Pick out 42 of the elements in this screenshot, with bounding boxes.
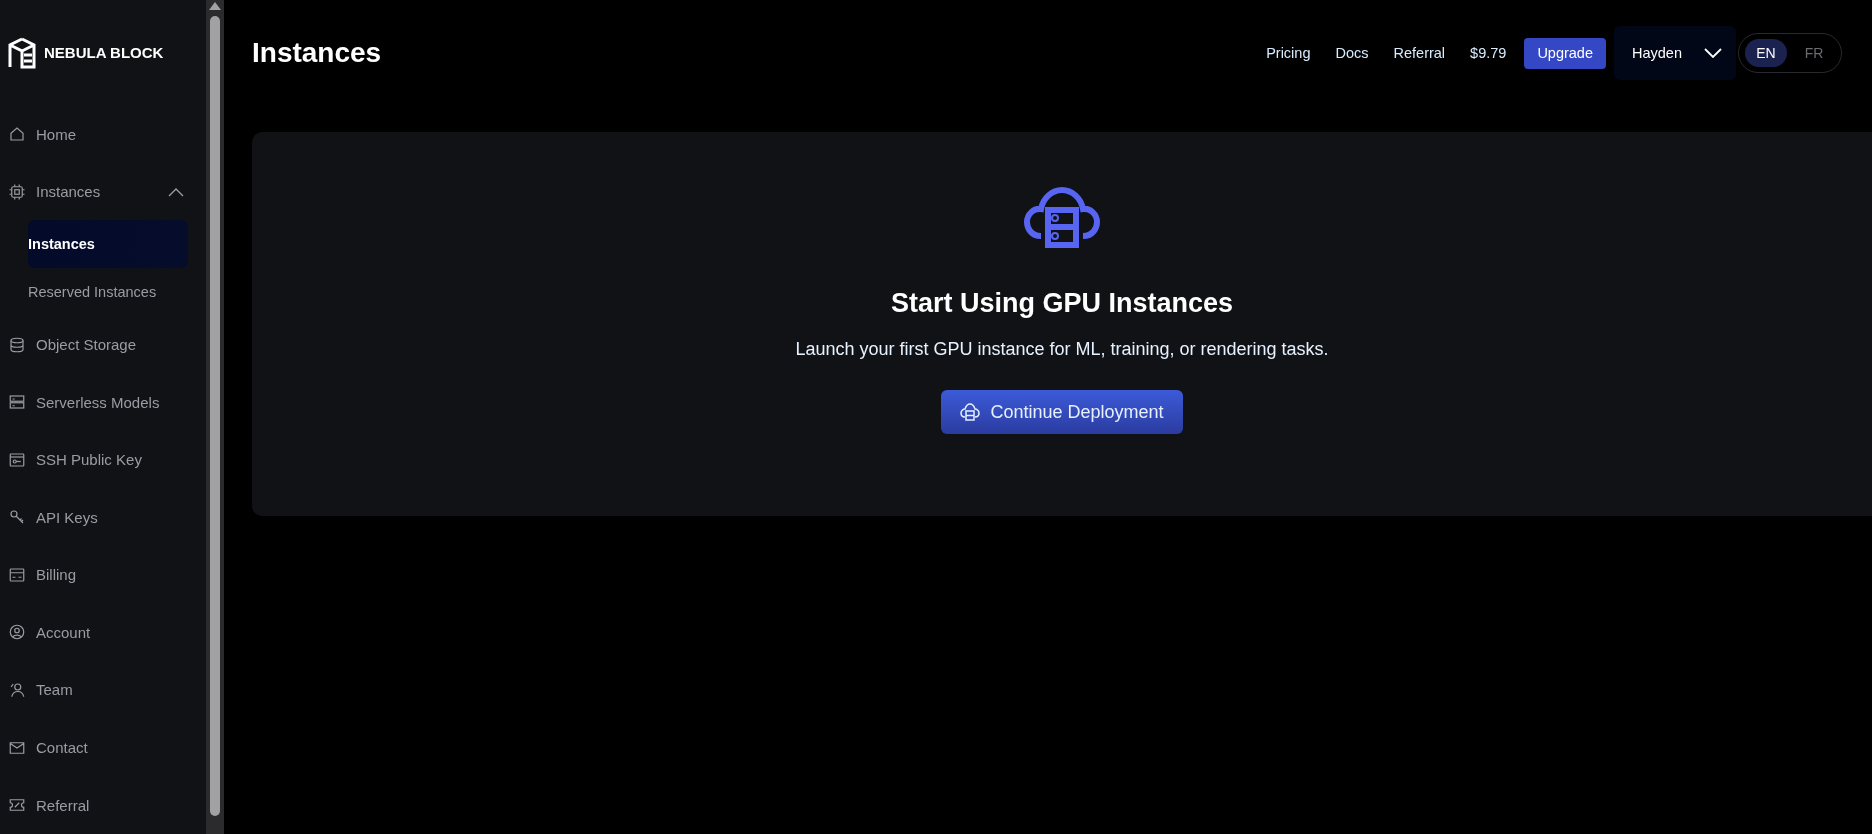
sidebar-subitem[interactable]: Reserved Instances — [28, 268, 188, 316]
language-option[interactable]: EN — [1745, 39, 1787, 67]
upgrade-button[interactable]: Upgrade — [1524, 37, 1606, 69]
home-icon — [8, 125, 26, 144]
sidebar-item[interactable]: API Keys — [8, 488, 206, 547]
nav-link[interactable]: Docs — [1335, 45, 1369, 61]
sidebar-item[interactable]: Instances — [8, 162, 206, 221]
database-icon — [8, 335, 26, 354]
balance: $9.79 — [1470, 45, 1507, 61]
sidebar-item[interactable]: Team — [8, 661, 206, 719]
sidebar-item[interactable]: SSH Public Key — [8, 430, 206, 489]
language-option[interactable]: FR — [1793, 39, 1835, 67]
sidebar-item[interactable]: Object Storage — [8, 315, 206, 374]
cube-logo-icon — [8, 36, 36, 69]
page-title: Instances — [252, 37, 383, 69]
chevron-up-icon[interactable] — [168, 186, 184, 197]
continue-deployment-button[interactable]: Continue Deployment — [941, 390, 1183, 434]
user-circle-icon — [8, 623, 26, 642]
sidebar-item[interactable]: Serverless Models — [8, 373, 206, 431]
sidebar-item[interactable]: Home — [8, 105, 206, 163]
cloud-server-icon — [1023, 186, 1101, 248]
sidebar-subitem[interactable]: Instances — [28, 220, 188, 269]
server-icon — [8, 393, 26, 412]
empty-state-description: Launch your first GPU instance for ML, training, or rendering tasks. — [795, 339, 1329, 360]
empty-state-title: Start Using GPU Instances — [890, 288, 1234, 319]
brand-name: NEBULA BLOCK — [44, 44, 164, 62]
chevron-down-icon — [1704, 48, 1722, 58]
cloud-server-icon — [960, 403, 981, 421]
card-icon — [8, 565, 26, 584]
nav-link[interactable]: Pricing — [1266, 45, 1311, 61]
sidebar-item[interactable]: Account — [8, 603, 206, 662]
scrollbar[interactable] — [206, 0, 224, 834]
sidebar-item[interactable]: Referral — [8, 776, 206, 834]
users-icon — [8, 680, 26, 699]
key-card-icon — [8, 450, 26, 469]
user-menu-button[interactable]: Hayden — [1614, 26, 1736, 80]
scroll-up-icon[interactable] — [209, 2, 221, 10]
chip-icon — [8, 182, 26, 201]
sidebar-item[interactable]: Contact — [8, 718, 206, 777]
nav-link[interactable]: Referral — [1393, 45, 1446, 61]
sidebar-item[interactable]: Billing — [8, 546, 206, 604]
scrollbar-thumb[interactable] — [210, 16, 220, 816]
